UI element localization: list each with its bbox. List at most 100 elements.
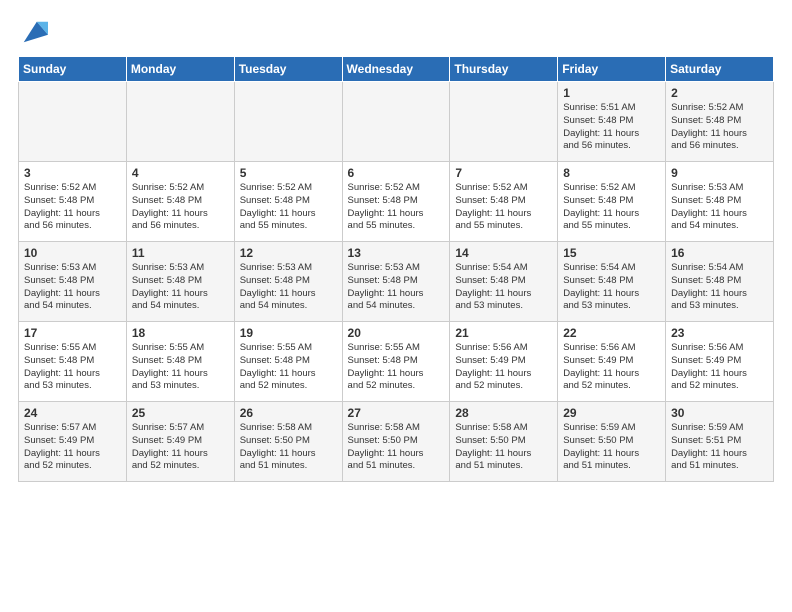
day-number: 25 [132,406,229,420]
day-number: 17 [24,326,121,340]
day-info: Sunrise: 5:56 AMSunset: 5:49 PMDaylight:… [671,342,768,393]
day-info: Sunrise: 5:53 AMSunset: 5:48 PMDaylight:… [671,182,768,233]
weekday-header-monday: Monday [126,57,234,82]
day-cell: 12 Sunrise: 5:53 AMSunset: 5:48 PMDayligh… [234,242,342,322]
day-number: 26 [240,406,337,420]
day-cell: 15 Sunrise: 5:54 AMSunset: 5:48 PMDayligh… [558,242,666,322]
day-info: Sunrise: 5:52 AMSunset: 5:48 PMDaylight:… [132,182,229,233]
day-cell: 26 Sunrise: 5:58 AMSunset: 5:50 PMDayligh… [234,402,342,482]
day-number: 18 [132,326,229,340]
day-cell: 7Sunrise: 5:52 AMSunset: 5:48 PMDaylight… [450,162,558,242]
day-info: Sunrise: 5:55 AMSunset: 5:48 PMDaylight:… [24,342,121,393]
day-info: Sunrise: 5:52 AMSunset: 5:48 PMDaylight:… [563,182,660,233]
day-cell: 19Sunrise: 5:55 AMSunset: 5:48 PMDayligh… [234,322,342,402]
day-cell [126,82,234,162]
day-number: 13 [348,246,445,260]
day-number: 16 [671,246,768,260]
weekday-header-sunday: Sunday [19,57,127,82]
day-info: Sunrise: 5:55 AMSunset: 5:48 PMDaylight:… [132,342,229,393]
day-number: 12 [240,246,337,260]
week-row-4: 17 Sunrise: 5:55 AMSunset: 5:48 PMDayligh… [19,322,774,402]
day-info: Sunrise: 5:56 AMSunset: 5:49 PMDaylight:… [455,342,552,393]
day-cell [234,82,342,162]
day-number: 11 [132,246,229,260]
day-number: 15 [563,246,660,260]
day-cell: 18 Sunrise: 5:55 AMSunset: 5:48 PMDayligh… [126,322,234,402]
day-cell: 10 Sunrise: 5:53 AMSunset: 5:48 PMDayligh… [19,242,127,322]
calendar: SundayMondayTuesdayWednesdayThursdayFrid… [18,56,774,482]
day-cell: 28Sunrise: 5:58 AMSunset: 5:50 PMDayligh… [450,402,558,482]
day-cell: 30 Sunrise: 5:59 AMSunset: 5:51 PMDayligh… [666,402,774,482]
day-number: 8 [563,166,660,180]
day-cell: 23 Sunrise: 5:56 AMSunset: 5:49 PMDayligh… [666,322,774,402]
day-cell: 21 Sunrise: 5:56 AMSunset: 5:49 PMDayligh… [450,322,558,402]
day-number: 30 [671,406,768,420]
day-cell [450,82,558,162]
day-number: 21 [455,326,552,340]
day-cell: 27Sunrise: 5:58 AMSunset: 5:50 PMDayligh… [342,402,450,482]
day-cell [342,82,450,162]
day-cell: 11Sunrise: 5:53 AMSunset: 5:48 PMDayligh… [126,242,234,322]
page: SundayMondayTuesdayWednesdayThursdayFrid… [0,0,792,612]
day-cell: 17 Sunrise: 5:55 AMSunset: 5:48 PMDayligh… [19,322,127,402]
logo [18,18,48,46]
day-info: Sunrise: 5:55 AMSunset: 5:48 PMDaylight:… [348,342,445,393]
week-row-2: 3Sunrise: 5:52 AMSunset: 5:48 PMDaylight… [19,162,774,242]
day-cell: 14Sunrise: 5:54 AMSunset: 5:48 PMDayligh… [450,242,558,322]
day-number: 20 [348,326,445,340]
day-cell: 13 Sunrise: 5:53 AMSunset: 5:48 PMDayligh… [342,242,450,322]
day-cell: 8 Sunrise: 5:52 AMSunset: 5:48 PMDaylight… [558,162,666,242]
day-info: Sunrise: 5:53 AMSunset: 5:48 PMDaylight:… [348,262,445,313]
day-number: 4 [132,166,229,180]
day-number: 27 [348,406,445,420]
day-number: 24 [24,406,121,420]
day-info: Sunrise: 5:57 AMSunset: 5:49 PMDaylight:… [24,422,121,473]
day-number: 22 [563,326,660,340]
weekday-header-tuesday: Tuesday [234,57,342,82]
day-cell: 16Sunrise: 5:54 AMSunset: 5:48 PMDayligh… [666,242,774,322]
day-info: Sunrise: 5:52 AMSunset: 5:48 PMDaylight:… [455,182,552,233]
day-cell: 25 Sunrise: 5:57 AMSunset: 5:49 PMDayligh… [126,402,234,482]
day-info: Sunrise: 5:58 AMSunset: 5:50 PMDaylight:… [455,422,552,473]
weekday-header-wednesday: Wednesday [342,57,450,82]
day-number: 1 [563,86,660,100]
day-cell: 2 Sunrise: 5:52 AMSunset: 5:48 PMDaylight… [666,82,774,162]
day-info: Sunrise: 5:55 AMSunset: 5:48 PMDaylight:… [240,342,337,393]
day-info: Sunrise: 5:57 AMSunset: 5:49 PMDaylight:… [132,422,229,473]
weekday-header-thursday: Thursday [450,57,558,82]
logo-icon [20,18,48,46]
day-cell [19,82,127,162]
day-info: Sunrise: 5:54 AMSunset: 5:48 PMDaylight:… [455,262,552,313]
day-number: 23 [671,326,768,340]
day-cell: 3Sunrise: 5:52 AMSunset: 5:48 PMDaylight… [19,162,127,242]
day-info: Sunrise: 5:58 AMSunset: 5:50 PMDaylight:… [240,422,337,473]
day-cell: 20 Sunrise: 5:55 AMSunset: 5:48 PMDayligh… [342,322,450,402]
day-number: 9 [671,166,768,180]
day-info: Sunrise: 5:59 AMSunset: 5:51 PMDaylight:… [671,422,768,473]
weekday-header-saturday: Saturday [666,57,774,82]
day-cell: 24 Sunrise: 5:57 AMSunset: 5:49 PMDayligh… [19,402,127,482]
weekday-header-friday: Friday [558,57,666,82]
header [18,18,774,46]
day-cell: 22 Sunrise: 5:56 AMSunset: 5:49 PMDayligh… [558,322,666,402]
day-info: Sunrise: 5:53 AMSunset: 5:48 PMDaylight:… [240,262,337,313]
day-cell: 1 Sunrise: 5:51 AMSunset: 5:48 PMDaylight… [558,82,666,162]
day-info: Sunrise: 5:52 AMSunset: 5:48 PMDaylight:… [671,102,768,153]
day-cell: 6Sunrise: 5:52 AMSunset: 5:48 PMDaylight… [342,162,450,242]
day-info: Sunrise: 5:53 AMSunset: 5:48 PMDaylight:… [24,262,121,313]
day-cell: 29Sunrise: 5:59 AMSunset: 5:50 PMDayligh… [558,402,666,482]
day-info: Sunrise: 5:56 AMSunset: 5:49 PMDaylight:… [563,342,660,393]
day-number: 29 [563,406,660,420]
day-number: 6 [348,166,445,180]
day-info: Sunrise: 5:54 AMSunset: 5:48 PMDaylight:… [563,262,660,313]
day-cell: 9 Sunrise: 5:53 AMSunset: 5:48 PMDaylight… [666,162,774,242]
week-row-3: 10 Sunrise: 5:53 AMSunset: 5:48 PMDayligh… [19,242,774,322]
weekday-header-row: SundayMondayTuesdayWednesdayThursdayFrid… [19,57,774,82]
day-cell: 4 Sunrise: 5:52 AMSunset: 5:48 PMDaylight… [126,162,234,242]
day-info: Sunrise: 5:52 AMSunset: 5:48 PMDaylight:… [24,182,121,233]
day-number: 2 [671,86,768,100]
week-row-1: 1 Sunrise: 5:51 AMSunset: 5:48 PMDaylight… [19,82,774,162]
week-row-5: 24 Sunrise: 5:57 AMSunset: 5:49 PMDayligh… [19,402,774,482]
day-number: 10 [24,246,121,260]
day-info: Sunrise: 5:51 AMSunset: 5:48 PMDaylight:… [563,102,660,153]
